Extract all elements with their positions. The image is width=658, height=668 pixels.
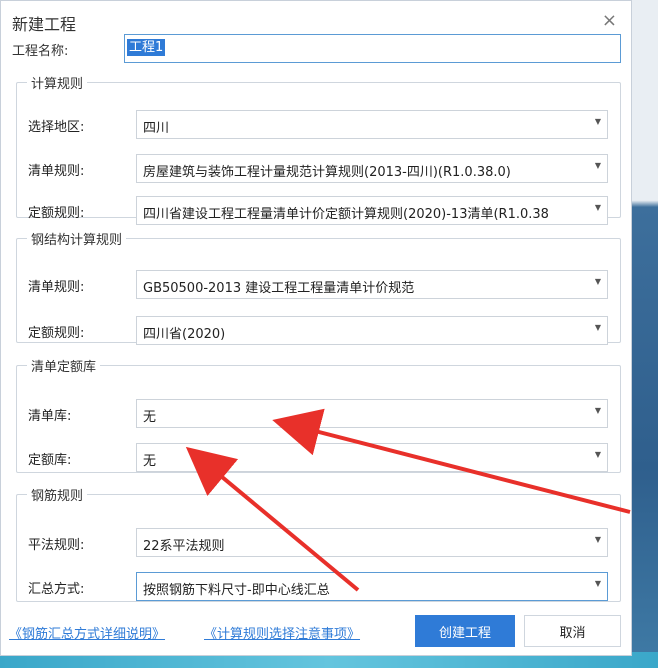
- project-name-value: 工程1: [127, 39, 166, 56]
- chevron-down-icon: ▼: [594, 117, 601, 126]
- steel-list-rule-row: 清单规则: GB50500-2013 建设工程工程量清单计价规范 ▼: [17, 266, 620, 306]
- calc-quota-rule-row: 定额规则: 四川省建设工程工程量清单计价定额计算规则(2020)-13清单(R1…: [17, 192, 620, 232]
- quota-lib-row: 定额库: 无 ▼: [17, 439, 620, 479]
- calc-quota-rule-select[interactable]: 四川省建设工程工程量清单计价定额计算规则(2020)-13清单(R1.0.38 …: [136, 196, 608, 225]
- project-name-input[interactable]: 工程1: [124, 34, 621, 63]
- summary-label: 汇总方式:: [28, 582, 85, 597]
- chevron-down-icon: ▼: [594, 535, 601, 544]
- list-lib-value: 无: [143, 410, 157, 425]
- steel-list-rule-label: 清单规则:: [28, 280, 85, 295]
- summary-row: 汇总方式: 按照钢筋下料尺寸-即中心线汇总 ▼: [17, 568, 620, 608]
- close-icon[interactable]: ×: [602, 10, 617, 31]
- calc-list-rule-select[interactable]: 房屋建筑与装饰工程计量规范计算规则(2013-四川)(R1.0.38.0) ▼: [136, 154, 608, 183]
- steel-rules-group: 钢结构计算规则 清单规则: GB50500-2013 建设工程工程量清单计价规范…: [16, 229, 621, 345]
- flat-rule-value: 22系平法规则: [143, 539, 225, 554]
- chevron-down-icon: ▼: [594, 203, 601, 212]
- calc-quota-rule-value: 四川省建设工程工程量清单计价定额计算规则(2020)-13清单(R1.0.38: [143, 207, 549, 222]
- steel-quota-rule-select[interactable]: 四川省(2020) ▼: [136, 316, 608, 345]
- region-row: 选择地区: 四川 ▼: [17, 106, 620, 146]
- rebar-rules-legend: 钢筋规则: [31, 489, 84, 504]
- steel-quota-rule-label: 定额规则:: [28, 326, 85, 341]
- calc-rules-legend: 计算规则: [31, 77, 84, 92]
- calc-list-rule-label: 清单规则:: [28, 164, 85, 179]
- quota-lib-label: 定额库:: [28, 453, 72, 468]
- chevron-down-icon: ▼: [594, 406, 601, 415]
- dialog-title: 新建工程: [12, 15, 77, 34]
- calc-rules-group: 计算规则 选择地区: 四川 ▼ 清单规则: 房屋建筑与装饰工程计量规范计算规则(…: [16, 73, 621, 225]
- calc-list-rule-row: 清单规则: 房屋建筑与装饰工程计量规范计算规则(2013-四川)(R1.0.38…: [17, 150, 620, 190]
- rule-help-link[interactable]: 《计算规则选择注意事项》: [204, 623, 360, 642]
- chevron-down-icon: ▼: [594, 579, 601, 588]
- create-project-button[interactable]: 创建工程: [415, 615, 515, 647]
- summary-select[interactable]: 按照钢筋下料尺寸-即中心线汇总 ▼: [136, 572, 608, 601]
- list-lib-row: 清单库: 无 ▼: [17, 395, 620, 435]
- list-lib-select[interactable]: 无 ▼: [136, 399, 608, 428]
- steel-list-rule-select[interactable]: GB50500-2013 建设工程工程量清单计价规范 ▼: [136, 270, 608, 299]
- chevron-down-icon: ▼: [594, 323, 601, 332]
- cancel-button[interactable]: 取消: [524, 615, 621, 647]
- new-project-dialog: 新建工程 × 工程名称: 工程1 计算规则 选择地区: 四川 ▼ 清单规则: 房…: [0, 0, 632, 656]
- flat-rule-row: 平法规则: 22系平法规则 ▼: [17, 524, 620, 564]
- region-value: 四川: [143, 121, 170, 136]
- steel-quota-rule-row: 定额规则: 四川省(2020) ▼: [17, 312, 620, 352]
- flat-rule-label: 平法规则:: [28, 538, 85, 553]
- steel-quota-rule-value: 四川省(2020): [143, 327, 226, 342]
- rebar-rules-group: 钢筋规则 平法规则: 22系平法规则 ▼ 汇总方式: 按照钢筋下料尺寸-即中心线…: [16, 485, 621, 602]
- calc-list-rule-value: 房屋建筑与装饰工程计量规范计算规则(2013-四川)(R1.0.38.0): [143, 165, 511, 180]
- quota-lib-select[interactable]: 无 ▼: [136, 443, 608, 472]
- library-legend: 清单定额库: [31, 360, 97, 375]
- steel-rules-legend: 钢结构计算规则: [31, 233, 123, 248]
- quota-lib-value: 无: [143, 454, 157, 469]
- chevron-down-icon: ▼: [594, 161, 601, 170]
- background-right: [630, 0, 658, 668]
- region-select[interactable]: 四川 ▼: [136, 110, 608, 139]
- region-label: 选择地区:: [28, 120, 85, 135]
- chevron-down-icon: ▼: [594, 277, 601, 286]
- list-lib-label: 清单库:: [28, 409, 72, 424]
- calc-quota-rule-label: 定额规则:: [28, 206, 85, 221]
- summary-value: 按照钢筋下料尺寸-即中心线汇总: [143, 583, 330, 598]
- library-group: 清单定额库 清单库: 无 ▼ 定额库: 无 ▼: [16, 356, 621, 473]
- summary-help-link[interactable]: 《钢筋汇总方式详细说明》: [9, 623, 165, 642]
- flat-rule-select[interactable]: 22系平法规则 ▼: [136, 528, 608, 557]
- chevron-down-icon: ▼: [594, 450, 601, 459]
- project-name-label: 工程名称:: [12, 44, 69, 59]
- steel-list-rule-value: GB50500-2013 建设工程工程量清单计价规范: [143, 281, 415, 296]
